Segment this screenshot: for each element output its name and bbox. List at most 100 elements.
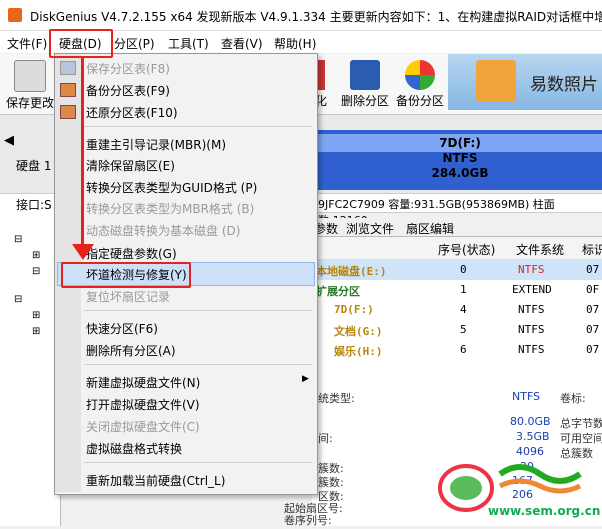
menu-virtual-disk-format-convert[interactable]: 虚拟磁盘格式转换	[86, 440, 182, 457]
menu-separator	[84, 126, 312, 127]
fs-type-label: 统类型:	[318, 392, 355, 405]
partition-f-size: 284.0GB	[431, 166, 489, 180]
row-fs: NTFS	[518, 323, 545, 336]
menu-quick-partition[interactable]: 快速分区(F6)	[86, 320, 158, 337]
row-fs: EXTEND	[512, 283, 552, 296]
interface-label: 接口:S	[16, 198, 52, 212]
tree-expand-icon[interactable]: ⊟	[14, 294, 22, 305]
tree-expand-icon[interactable]: ⊞	[32, 310, 40, 321]
ad-text[interactable]: 易数照片	[530, 70, 598, 95]
backup-partition-button[interactable]: 备份分区	[396, 60, 444, 109]
fs-type-value: NTFS	[512, 390, 541, 403]
row-index: 6	[460, 343, 467, 356]
col-id-header[interactable]: 标识	[582, 241, 602, 258]
menu-backup-partition-table[interactable]: 备份分区表(F9)	[86, 82, 170, 99]
tree-expand-icon[interactable]: ⊟	[32, 266, 40, 277]
menu-save-partition-table[interactable]: 保存分区表(F8)	[86, 60, 170, 77]
title-bar: DiskGenius V4.7.2.155 x64 发现新版本 V4.9.1.3…	[0, 0, 602, 31]
total-size: 80.0GB	[510, 415, 551, 428]
free-size: 3.5GB	[516, 430, 550, 443]
menu-separator	[84, 462, 312, 463]
row-fs: NTFS	[518, 263, 545, 276]
watermark-url: www.sem.org.cn	[488, 504, 601, 518]
table-row[interactable]: 娱乐(H:) 6 NTFS 07	[312, 340, 602, 360]
tree-expand-icon[interactable]: ⊟	[14, 234, 22, 245]
table-row[interactable]: 7D(F:) 4 NTFS 07	[312, 300, 602, 320]
table-row[interactable]: 文档(G:) 5 NTFS 07	[312, 320, 602, 340]
menu-convert-to-mbr[interactable]: 转换分区表类型为MBR格式 (B)	[86, 200, 254, 217]
save-icon	[14, 60, 46, 92]
delete-partition-icon	[350, 60, 380, 90]
row-name: 扩展分区	[316, 285, 360, 298]
delete-partition-label: 删除分区	[341, 94, 390, 108]
tab-sector-edit[interactable]: 扇区编辑	[406, 220, 454, 237]
menu-dynamic-to-basic[interactable]: 动态磁盘转换为基本磁盘 (D)	[86, 222, 240, 239]
menu-open-virtual-disk[interactable]: 打开虚拟硬盘文件(V)	[86, 396, 200, 413]
partition-f-name: 7D(F:)	[439, 136, 481, 150]
menu-convert-to-guid[interactable]: 转换分区表类型为GUID格式 (P)	[86, 179, 257, 196]
submenu-arrow-icon: ▶	[302, 374, 309, 384]
row-fs: NTFS	[518, 343, 545, 356]
watermark: www.sem.org.cn	[430, 450, 602, 526]
menu-reset-bad-sector-record[interactable]: 复位坏扇区记录	[86, 288, 170, 305]
menu-help[interactable]: 帮助(H)	[274, 35, 316, 52]
disk-tree: ⊟ ⊞ ⊟ ⊟ ⊞ ⊞	[0, 212, 61, 526]
row-name: 文档(G:)	[334, 325, 383, 338]
partition-list-header: 序号(状态) 文件系统 标识	[312, 237, 602, 260]
detail-tabs: 参数 浏览文件 扇区编辑	[312, 218, 602, 237]
total-bytes-label: 总字节数	[560, 417, 602, 430]
partition-f-fs: NTFS	[442, 151, 478, 165]
row-name: 7D(F:)	[334, 303, 374, 316]
menu-restore-partition-table[interactable]: 还原分区表(F10)	[86, 104, 178, 121]
table-row[interactable]: 扩展分区 1 EXTEND 0F	[312, 280, 602, 300]
row-index: 5	[460, 323, 467, 336]
menu-delete-all-partitions[interactable]: 删除所有分区(A)	[86, 342, 176, 359]
delete-partition-button[interactable]: 删除分区	[341, 60, 389, 109]
partial-icon	[317, 60, 325, 90]
details-row-label: 间:	[318, 432, 333, 445]
save-changes-button[interactable]: 保存更改	[6, 60, 54, 111]
tab-browse-files[interactable]: 浏览文件	[346, 220, 394, 237]
highlight-box-disk-menu	[49, 29, 113, 58]
row-id: 07	[586, 323, 600, 336]
menu-file[interactable]: 文件(F)	[7, 35, 47, 52]
menu-rebuild-mbr[interactable]: 重建主引导记录(MBR)(M)	[86, 136, 226, 153]
menu-view[interactable]: 查看(V)	[221, 35, 263, 52]
tree-expand-icon[interactable]: ⊞	[32, 250, 40, 261]
col-fs-header[interactable]: 文件系统	[516, 241, 564, 258]
volume-label: 卷标:	[560, 392, 586, 405]
free-label: 可用空间	[560, 432, 602, 445]
row-id: 07	[586, 263, 600, 276]
row-index: 4	[460, 303, 467, 316]
partition-f-block[interactable]: 7D(F:) NTFS 284.0GB	[318, 136, 602, 181]
tree-expand-icon[interactable]: ⊞	[32, 326, 40, 337]
save-changes-label: 保存更改	[6, 96, 55, 110]
col-index-header[interactable]: 序号(状态)	[438, 241, 495, 258]
menu-tools[interactable]: 工具(T)	[168, 35, 209, 52]
menu-new-virtual-disk[interactable]: 新建虚拟硬盘文件(N)	[86, 374, 200, 391]
disk-label: 硬盘 1	[16, 159, 52, 173]
menu-specify-disk-params[interactable]: 指定硬盘参数(G)	[86, 245, 177, 262]
row-fs: NTFS	[518, 303, 545, 316]
row-name: 娱乐(H:)	[334, 345, 383, 358]
red-arrow-shaft	[81, 56, 84, 246]
row-id: 0F	[586, 283, 600, 296]
window-title: DiskGenius V4.7.2.155 x64 发现新版本 V4.9.1.3…	[30, 10, 602, 24]
red-arrow-head-icon	[72, 244, 94, 260]
row-id: 07	[586, 343, 600, 356]
row-index: 0	[460, 263, 467, 276]
menu-reload-current-disk[interactable]: 重新加载当前硬盘(Ctrl_L)	[86, 472, 225, 489]
row-id: 07	[586, 303, 600, 316]
menu-partition[interactable]: 分区(P)	[114, 35, 155, 52]
row-index: 1	[460, 283, 467, 296]
menu-clear-reserved-sectors[interactable]: 清除保留扇区(E)	[86, 157, 175, 174]
save-partition-table-icon	[60, 61, 76, 75]
menu-close-virtual-disk[interactable]: 关闭虚拟硬盘文件(C)	[86, 418, 200, 435]
app-icon	[8, 8, 22, 22]
nav-back-icon[interactable]: ◀	[4, 133, 14, 148]
table-row[interactable]: 本地磁盘(E:) 0 NTFS 07	[312, 260, 602, 280]
menu-separator	[84, 364, 312, 365]
ad-icon	[476, 60, 516, 102]
highlight-box-bad-sector-item	[61, 262, 191, 288]
backup-partition-icon	[405, 60, 435, 90]
